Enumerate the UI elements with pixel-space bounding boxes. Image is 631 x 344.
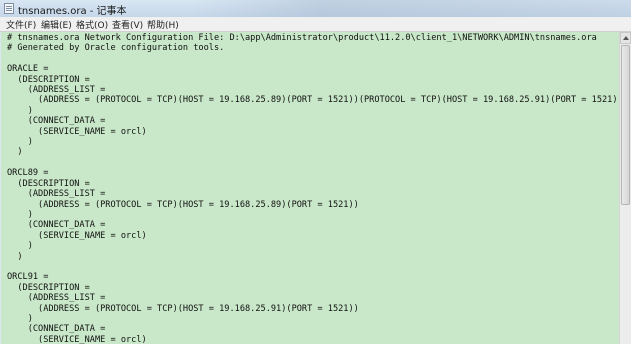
notepad-window: tnsnames.ora - 记事本 文件(F) 编辑(E) 格式(O) 查看(… (0, 0, 631, 344)
menu-bar: 文件(F) 编辑(E) 格式(O) 查看(V) 帮助(H) (0, 17, 631, 32)
scroll-up-arrow-icon[interactable] (620, 32, 631, 44)
title-bar-background (190, 0, 631, 17)
file-content[interactable]: # tnsnames.ora Network Configuration Fil… (1, 32, 619, 344)
menu-file[interactable]: 文件(F) (6, 18, 36, 31)
scroll-thumb[interactable] (621, 45, 630, 205)
window-title: tnsnames.ora - 记事本 (18, 6, 127, 17)
title-bar[interactable]: tnsnames.ora - 记事本 (0, 0, 631, 17)
text-editor-area[interactable]: # tnsnames.ora Network Configuration Fil… (1, 32, 619, 344)
menu-help[interactable]: 帮助(H) (147, 18, 179, 31)
menu-format[interactable]: 格式(O) (76, 18, 108, 31)
notepad-icon (4, 3, 14, 14)
menu-edit[interactable]: 编辑(E) (41, 18, 72, 31)
vertical-scrollbar[interactable] (619, 32, 631, 344)
menu-view[interactable]: 查看(V) (112, 18, 143, 31)
